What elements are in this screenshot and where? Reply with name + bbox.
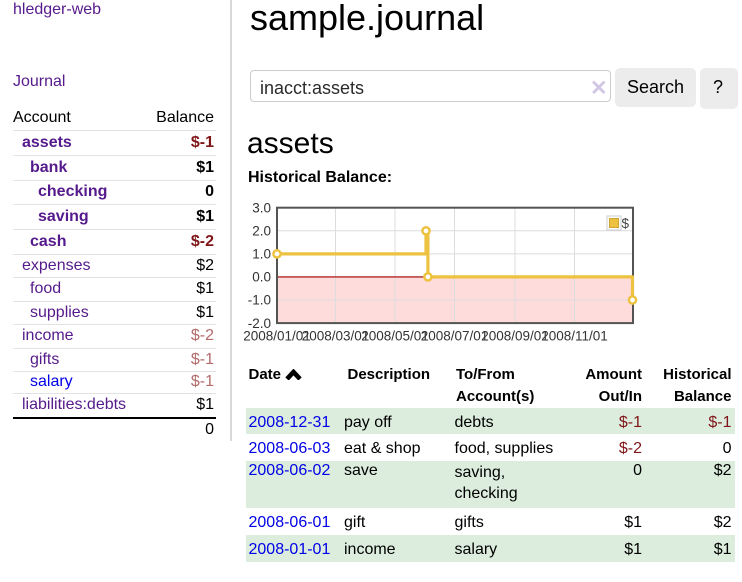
svg-text:2008/07/01: 2008/07/01 (421, 329, 489, 344)
svg-text:1.0: 1.0 (252, 247, 271, 262)
svg-text:2008/11/01: 2008/11/01 (541, 329, 608, 344)
svg-text:2008/09/01: 2008/09/01 (481, 329, 549, 344)
svg-text:-1.0: -1.0 (248, 293, 271, 308)
svg-text:2008/03/01: 2008/03/01 (302, 329, 370, 344)
svg-text:$: $ (622, 216, 630, 231)
svg-text:2.0: 2.0 (252, 224, 271, 239)
svg-text:0.0: 0.0 (252, 270, 271, 285)
svg-text:2008/05/01: 2008/05/01 (361, 329, 429, 344)
svg-text:3.0: 3.0 (252, 200, 271, 215)
svg-text:2008/01/01: 2008/01/01 (243, 329, 311, 344)
